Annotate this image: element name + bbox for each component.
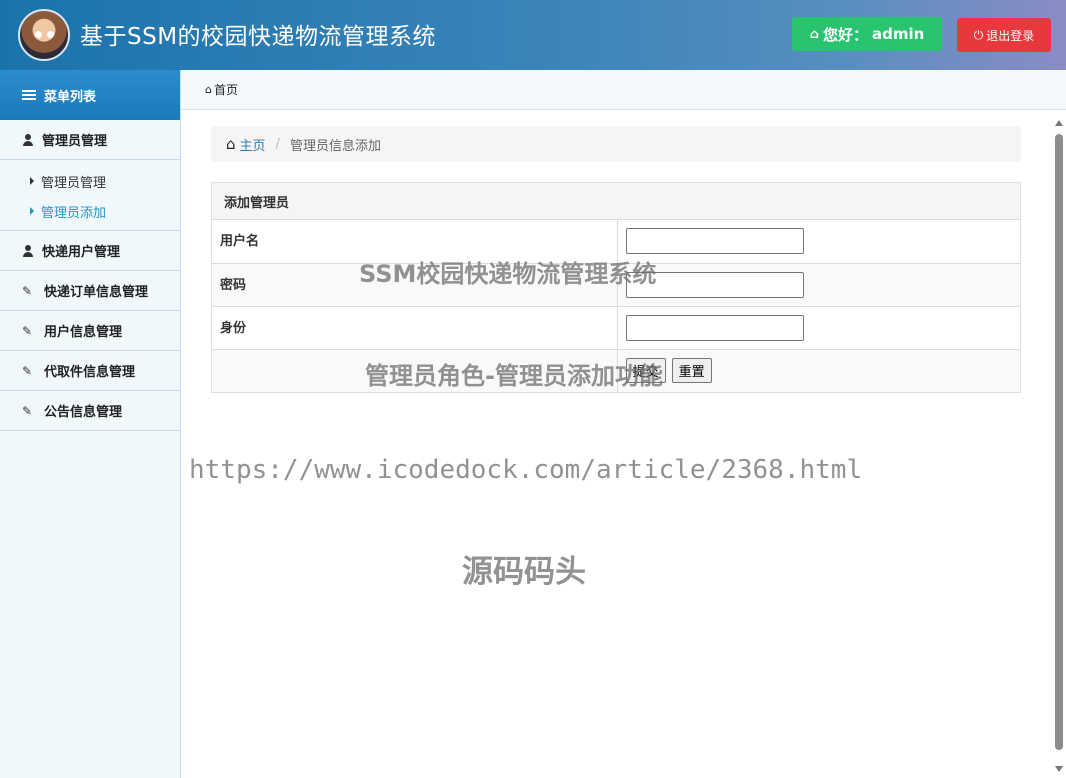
watermark-url: https://www.icodedock.com/article/2368.h… bbox=[189, 455, 863, 485]
role-input[interactable] bbox=[625, 314, 804, 341]
sidebar: 菜单列表 管理员管理 管理员管理 管理员添加 快递用户管理 ✎ 快递订单信息管理… bbox=[0, 70, 181, 778]
home-icon: ⌂ bbox=[226, 135, 236, 153]
app-header: 基于SSM的校园快递物流管理系统 ⌂ 您好： admin ⏻ 退出登录 bbox=[0, 0, 1066, 70]
home-icon: ⌂ bbox=[809, 26, 819, 42]
user-icon bbox=[22, 133, 34, 146]
greeting-button[interactable]: ⌂ 您好： admin bbox=[792, 17, 942, 51]
home-icon: ⌂ bbox=[205, 83, 212, 96]
scroll-down-icon[interactable] bbox=[1055, 766, 1063, 772]
field-label: 密码 bbox=[212, 262, 618, 306]
menu-header: 菜单列表 bbox=[0, 70, 180, 120]
greeting-prefix: 您好： bbox=[822, 25, 868, 44]
sidebar-group-label: 快递订单信息管理 bbox=[44, 285, 149, 300]
vertical-scrollbar[interactable] bbox=[1053, 116, 1066, 778]
reset-button[interactable]: 重置 bbox=[671, 357, 712, 383]
sidebar-group-pickup[interactable]: ✎ 代取件信息管理 bbox=[0, 351, 180, 391]
add-admin-panel: 添加管理员 用户名 密码 身份 提交 重置 bbox=[211, 182, 1021, 393]
caret-right-icon bbox=[30, 177, 34, 185]
sidebar-group-courier-users[interactable]: 快递用户管理 bbox=[0, 231, 180, 271]
top-nav: ⌂ 首页 bbox=[181, 70, 1066, 110]
sidebar-group-orders[interactable]: ✎ 快递订单信息管理 bbox=[0, 271, 180, 311]
logo-avatar bbox=[18, 9, 70, 61]
form-row: 密码 bbox=[212, 262, 1020, 306]
add-admin-form: 用户名 密码 身份 提交 重置 bbox=[212, 220, 1020, 392]
password-input[interactable] bbox=[625, 271, 804, 298]
user-icon bbox=[22, 244, 34, 257]
sidebar-group-label: 快递用户管理 bbox=[42, 245, 121, 260]
admin-submenu: 管理员管理 管理员添加 bbox=[0, 160, 180, 231]
scroll-up-icon[interactable] bbox=[1055, 120, 1063, 126]
username: admin bbox=[872, 25, 925, 43]
sidebar-group-label: 公告信息管理 bbox=[44, 405, 123, 420]
logout-button[interactable]: ⏻ 退出登录 bbox=[957, 18, 1051, 52]
breadcrumb: ⌂ 主页 / 管理员信息添加 bbox=[211, 126, 1021, 162]
edit-icon: ✎ bbox=[22, 323, 33, 338]
sidebar-item-admin-manage[interactable]: 管理员管理 bbox=[0, 166, 180, 196]
sidebar-group-label: 管理员管理 bbox=[42, 134, 108, 149]
watermark-brand: 源码码头 bbox=[462, 554, 586, 590]
list-icon bbox=[22, 89, 36, 101]
empty-cell bbox=[212, 348, 618, 392]
sidebar-group-label: 代取件信息管理 bbox=[44, 365, 136, 380]
edit-icon: ✎ bbox=[22, 403, 33, 418]
power-icon: ⏻ bbox=[973, 27, 984, 42]
top-nav-home[interactable]: 首页 bbox=[214, 81, 238, 98]
breadcrumb-home[interactable]: ⌂ 主页 bbox=[226, 135, 266, 154]
sidebar-group-notices[interactable]: ✎ 公告信息管理 bbox=[0, 391, 180, 431]
field-label: 用户名 bbox=[212, 220, 618, 263]
submit-button[interactable]: 提交 bbox=[625, 357, 666, 383]
sidebar-group-user-info[interactable]: ✎ 用户信息管理 bbox=[0, 311, 180, 351]
edit-icon: ✎ bbox=[22, 363, 33, 378]
form-actions-row: 提交 重置 bbox=[212, 348, 1020, 392]
form-row: 身份 bbox=[212, 305, 1020, 349]
panel-title: 添加管理员 bbox=[212, 183, 1020, 220]
caret-right-icon bbox=[30, 207, 34, 215]
form-row: 用户名 bbox=[212, 220, 1020, 263]
scroll-thumb[interactable] bbox=[1055, 134, 1063, 750]
username-input[interactable] bbox=[625, 228, 804, 254]
field-label: 身份 bbox=[212, 305, 618, 349]
sidebar-item-admin-add[interactable]: 管理员添加 bbox=[0, 196, 180, 226]
breadcrumb-home-label: 主页 bbox=[239, 138, 266, 154]
sidebar-group-admin[interactable]: 管理员管理 bbox=[0, 120, 180, 160]
menu-title: 菜单列表 bbox=[44, 89, 97, 105]
logout-label: 退出登录 bbox=[986, 28, 1035, 43]
breadcrumb-current: 管理员信息添加 bbox=[289, 138, 381, 154]
sidebar-item-label: 管理员添加 bbox=[41, 205, 107, 221]
edit-icon: ✎ bbox=[22, 283, 33, 298]
sidebar-item-label: 管理员管理 bbox=[41, 175, 107, 191]
site-title: 基于SSM的校园快递物流管理系统 bbox=[80, 24, 437, 50]
breadcrumb-separator: / bbox=[275, 136, 280, 152]
sidebar-group-label: 用户信息管理 bbox=[44, 325, 123, 340]
